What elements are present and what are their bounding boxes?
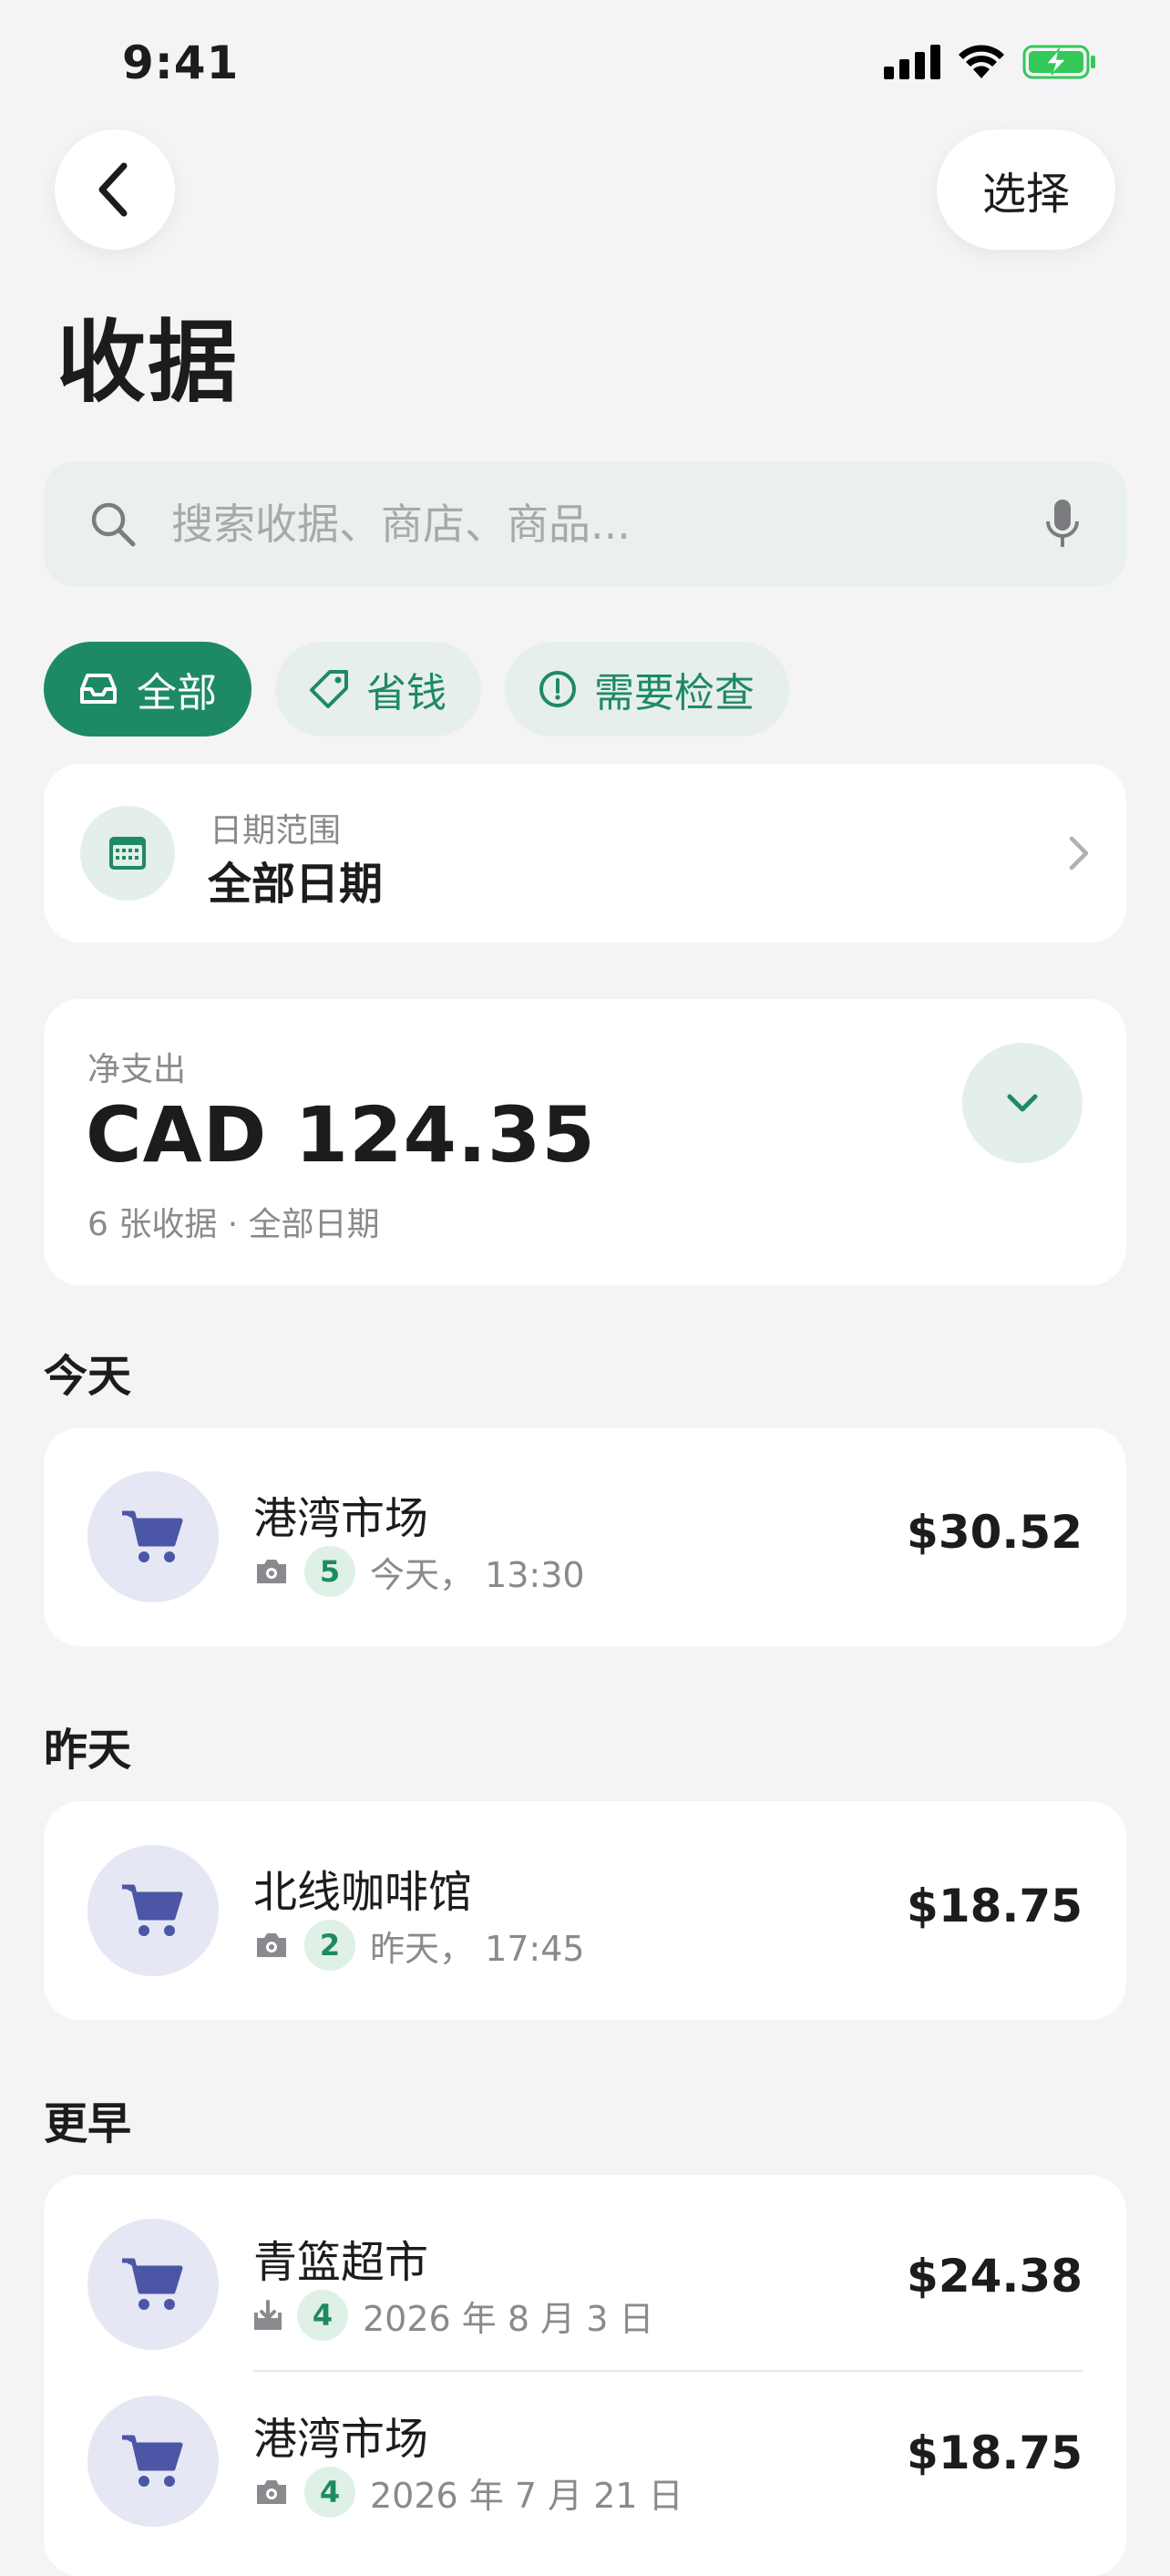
filter-chip-all[interactable]: 全部 (44, 642, 251, 737)
receipt-amount: $24.38 (907, 2250, 1083, 2303)
receipt-meta: 4 2026 年 8 月 3 日 (253, 2290, 653, 2341)
calendar-icon-circle (80, 806, 175, 901)
merchant-name: 港湾市场 (253, 1493, 429, 1544)
back-button[interactable] (55, 129, 175, 250)
chevron-left-icon (98, 162, 128, 217)
receipt-row[interactable]: 港湾市场 5 今天， 13:30 $30.52 (44, 1427, 1126, 1646)
receipt-meta: 2 昨天， 17:45 (253, 1920, 585, 1971)
receipt-group-today: 港湾市场 5 今天， 13:30 $30.52 (44, 1427, 1126, 1646)
tag-icon (310, 670, 348, 708)
merchant-name: 青篮超市 (253, 2237, 429, 2288)
receipt-date: 2026 年 8 月 3 日 (363, 2298, 654, 2339)
signal-icon (884, 45, 940, 79)
filter-chips: 全部 省钱 需要检查 (44, 642, 789, 737)
filter-chip-needs-review[interactable]: 需要检查 (505, 642, 789, 737)
receipt-meta: 5 今天， 13:30 (253, 1546, 585, 1597)
inbox-icon (80, 674, 117, 704)
net-spending-amount: CAD 124.35 (86, 1090, 596, 1180)
search-bar[interactable] (44, 461, 1126, 587)
receipt-amount: $18.75 (907, 1880, 1083, 1932)
store-avatar (87, 2219, 219, 2350)
date-range-card[interactable]: 日期范围 全部日期 (44, 764, 1126, 943)
shopping-cart-icon (122, 2435, 183, 2487)
shopping-cart-icon (122, 1510, 183, 1562)
receipt-date: 2026 年 7 月 21 日 (370, 2475, 683, 2516)
filter-chip-label: 需要检查 (594, 670, 754, 716)
status-time: 9:41 (122, 36, 240, 89)
receipt-date: 昨天， 17:45 (370, 1928, 585, 1969)
receipt-date: 今天， 13:30 (370, 1554, 585, 1595)
status-icons (884, 44, 1097, 80)
expand-button[interactable] (962, 1043, 1083, 1163)
store-avatar (87, 1845, 219, 1976)
search-icon (91, 502, 136, 547)
shopping-cart-icon (122, 1884, 183, 1936)
filter-chip-savings[interactable]: 省钱 (275, 642, 481, 737)
search-input[interactable] (169, 499, 1044, 550)
section-title-yesterday: 昨天 (44, 1725, 132, 1776)
battery-charging-icon (1022, 45, 1095, 79)
wifi-icon (959, 45, 1004, 78)
page-title: 收据 (56, 311, 240, 415)
receipt-row[interactable]: 北线咖啡馆 2 昨天， 17:45 $18.75 (44, 1801, 1126, 2020)
receipt-row[interactable]: 青篮超市 4 2026 年 8 月 3 日 $24.38 (44, 2175, 1126, 2352)
receipt-row[interactable]: 港湾市场 4 2026 年 7 月 21 日 $18.75 (44, 2352, 1126, 2529)
item-count-badge: 2 (304, 1920, 355, 1971)
section-title-today: 今天 (44, 1351, 132, 1402)
date-range-value: 全部日期 (208, 859, 384, 910)
chevron-down-icon (1007, 1094, 1038, 1112)
item-count-badge: 5 (304, 1546, 355, 1597)
item-count-badge: 4 (304, 2467, 355, 2518)
receipt-meta: 4 2026 年 7 月 21 日 (253, 2467, 683, 2518)
alert-circle-icon (539, 671, 576, 707)
date-range-label: 日期范围 (210, 812, 342, 850)
shopping-cart-icon (122, 2258, 183, 2310)
store-avatar (87, 2396, 219, 2527)
item-count-badge: 4 (297, 2290, 348, 2341)
microphone-icon[interactable] (1044, 498, 1081, 551)
merchant-name: 北线咖啡馆 (253, 1867, 473, 1918)
select-button[interactable]: 选择 (937, 129, 1115, 250)
receipt-amount: $18.75 (907, 2427, 1083, 2479)
calendar-icon (109, 837, 146, 870)
receipt-group-earlier: 青篮超市 4 2026 年 8 月 3 日 $24.38 港湾市场 4 2026… (44, 2175, 1126, 2576)
section-title-earlier: 更早 (44, 2098, 132, 2149)
merchant-name: 港湾市场 (253, 2414, 429, 2465)
receipt-amount: $30.52 (907, 1506, 1083, 1559)
chevron-right-icon (1069, 836, 1089, 871)
import-icon (254, 2300, 282, 2330)
net-spending-subtitle: 6 张收据 · 全部日期 (87, 1206, 380, 1243)
camera-icon (257, 2480, 286, 2504)
net-spending-card: 净支出 CAD 124.35 6 张收据 · 全部日期 (44, 999, 1126, 1285)
camera-icon (257, 1933, 286, 1957)
filter-chip-label: 全部 (137, 670, 217, 716)
receipt-group-yesterday: 北线咖啡馆 2 昨天， 17:45 $18.75 (44, 1801, 1126, 2020)
store-avatar (87, 1471, 219, 1602)
camera-icon (257, 1560, 286, 1583)
net-spending-label: 净支出 (87, 1051, 187, 1088)
filter-chip-label: 省钱 (366, 670, 446, 716)
